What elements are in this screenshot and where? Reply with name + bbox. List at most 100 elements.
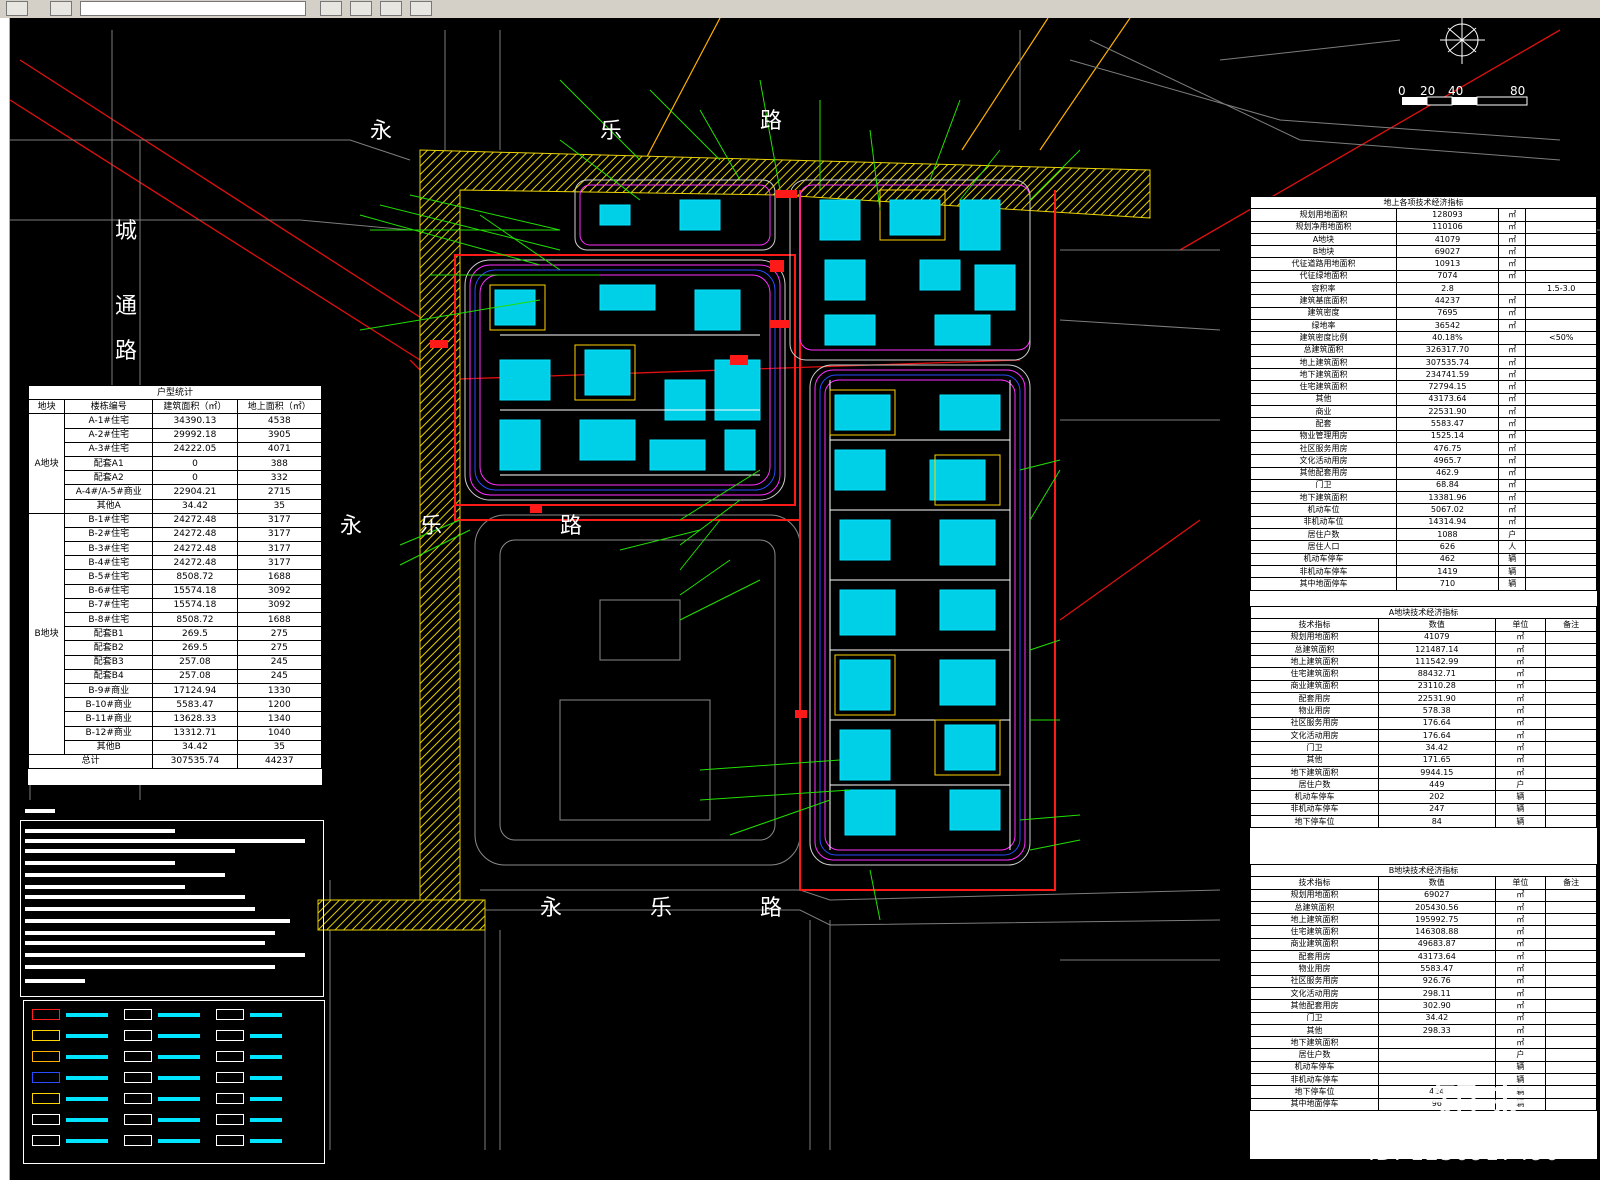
- table-cell: [1545, 753, 1597, 767]
- table-cell: 商业建筑面积: [1250, 937, 1379, 952]
- table-cell: 40.18%: [1395, 331, 1499, 345]
- table-row: 居住人口 626 人: [1250, 540, 1597, 554]
- table-cell: B-7#住宅: [64, 597, 154, 614]
- table-cell: 49683.87: [1378, 937, 1496, 952]
- table-cell: [1545, 667, 1597, 681]
- toolbar-button[interactable]: [50, 1, 72, 16]
- table-cell: 商业: [1250, 405, 1397, 419]
- technical-indicators-table: 地上各项技术经济指标 规划用地面积 128093 ㎡规划净用地面积 110106 ㎡ A地…: [1250, 195, 1597, 606]
- table-cell: 物业用房: [1250, 962, 1379, 976]
- table-row: 配套B2 269.5 275: [29, 640, 323, 656]
- table-cell: ㎡: [1494, 765, 1547, 780]
- table-cell: 1200: [236, 697, 323, 713]
- table-cell: 234741.59: [1395, 368, 1499, 382]
- table-cell: 机动车停车: [1250, 790, 1379, 804]
- table-row: 建筑基底面积 44237 ㎡: [1250, 294, 1597, 308]
- table-cell: 社区服务用房: [1250, 441, 1397, 456]
- note-line: [25, 941, 265, 945]
- table-cell: [1525, 257, 1597, 271]
- table-cell: 户: [1497, 528, 1527, 542]
- table-row: B-10#商业 5583.47 1200: [29, 697, 323, 713]
- legend-label-bar: [250, 1034, 282, 1038]
- scale-tick-label: 80: [1510, 84, 1526, 98]
- table-cell: 1088: [1395, 528, 1499, 542]
- table-cell: [1525, 466, 1597, 480]
- table-row: 配套 5583.47 ㎡: [1250, 417, 1597, 431]
- table-cell: 住宅建筑面积: [1250, 925, 1379, 939]
- table-cell: 其他: [1250, 392, 1397, 407]
- table-cell: 245: [236, 668, 323, 684]
- table-row: 规划用地面积 69027 ㎡: [1250, 888, 1597, 902]
- table-cell: 容积率: [1250, 282, 1397, 296]
- note-line: [25, 829, 175, 833]
- table-cell: 23110.28: [1378, 679, 1496, 694]
- column-header: 地上面积（㎡）: [236, 399, 323, 415]
- table-cell: [1545, 986, 1597, 1001]
- table-cell: 247: [1378, 802, 1496, 817]
- legend-swatch: [124, 1051, 152, 1062]
- table-row: 住宅建筑面积 72794.15 ㎡: [1250, 380, 1597, 394]
- table-cell: 配套A1: [64, 455, 154, 472]
- table-cell: 245: [236, 654, 323, 670]
- table-cell: [1545, 888, 1597, 902]
- table-cell: 0: [152, 470, 238, 486]
- table-row: B-3#住宅 24272.48 3177: [29, 541, 323, 557]
- vertical-ruler: [0, 18, 10, 1180]
- table-cell: [1545, 1011, 1597, 1025]
- toolbar-button[interactable]: [380, 1, 402, 16]
- table-row: 文化活动用房 298.11 ㎡: [1250, 986, 1597, 1001]
- toolbar-button[interactable]: [6, 1, 28, 16]
- legend-swatch: [216, 1030, 244, 1041]
- table-cell: [1545, 716, 1597, 730]
- table-cell: [1525, 368, 1597, 382]
- table-row: 居住户数 1088 户: [1250, 528, 1597, 542]
- table-cell: [1545, 765, 1597, 780]
- table-cell: 176.64: [1378, 716, 1496, 730]
- table-cell: 298.33: [1378, 1023, 1496, 1038]
- table-cell: B-5#住宅: [64, 569, 154, 585]
- table-cell: 146308.88: [1378, 925, 1496, 939]
- table-cell: 户: [1494, 778, 1547, 792]
- table-cell: 43173.64: [1395, 392, 1499, 407]
- table-row: 规划用地面积 128093 ㎡: [1250, 208, 1597, 222]
- toolbar-button[interactable]: [410, 1, 432, 16]
- table-cell: ㎡: [1497, 257, 1527, 271]
- table-cell: 1340: [236, 711, 323, 727]
- table-cell: 3177: [236, 555, 323, 571]
- table-cell: 462: [1395, 552, 1499, 566]
- table-row: 配套用房 43173.64 ㎡: [1250, 950, 1597, 964]
- layer-dropdown[interactable]: [80, 1, 306, 16]
- toolbar-button[interactable]: [320, 1, 342, 16]
- table-row: 总建筑面积 326317.70 ㎡: [1250, 343, 1597, 357]
- table-cell: 269.5: [152, 640, 238, 656]
- toolbar-button[interactable]: [350, 1, 372, 16]
- table-row: 居住户数 449 户: [1250, 778, 1597, 792]
- table-cell: 代征道路用地面积: [1250, 257, 1397, 271]
- table-row: B-8#住宅 8508.72 1688: [29, 611, 323, 628]
- table-cell: [1525, 454, 1597, 468]
- table-cell: 文化活动用房: [1250, 728, 1379, 743]
- table-cell: 社区服务用房: [1250, 716, 1379, 730]
- table-cell: 5583.47: [1395, 417, 1499, 431]
- table-cell: B-10#商业: [64, 697, 154, 713]
- table-cell: ㎡: [1497, 466, 1527, 480]
- table-cell: ㎡: [1494, 753, 1547, 767]
- table-row: 社区服务用房 176.64 ㎡: [1250, 716, 1597, 730]
- table-cell: 9944.15: [1378, 765, 1496, 780]
- table-row: 地下停车位 84 辆: [1250, 815, 1597, 829]
- table-row: 非机动车停车辆: [1250, 1073, 1597, 1087]
- table-cell: B-2#住宅: [64, 526, 154, 543]
- table-cell: 地下停车位: [1250, 815, 1379, 829]
- legend-label-bar: [250, 1055, 282, 1059]
- table-cell: 居住人口: [1250, 540, 1397, 554]
- total-units: 44237: [236, 753, 323, 770]
- table-cell: 121487.14: [1378, 642, 1496, 657]
- table-cell: ㎡: [1494, 1036, 1547, 1050]
- table-cell: [1545, 900, 1597, 915]
- note-line: [25, 839, 305, 843]
- table-cell: 195992.75: [1378, 913, 1496, 927]
- table-cell: 物业管理用房: [1250, 429, 1397, 443]
- table-cell: 总建筑面积: [1250, 343, 1397, 357]
- table-row: B地块 B-1#住宅 24272.48 3177: [27, 512, 323, 755]
- table-cell: 43173.64: [1378, 950, 1496, 964]
